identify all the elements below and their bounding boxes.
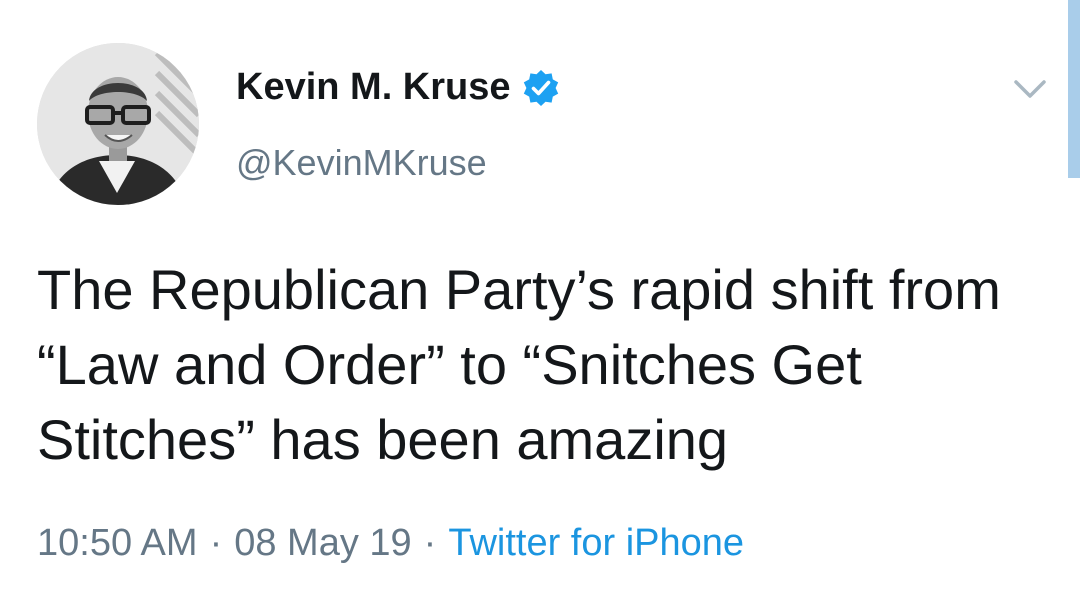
avatar[interactable] [37,43,199,205]
verified-badge-icon [521,68,561,108]
author-display-name[interactable]: Kevin M. Kruse [236,66,511,109]
scroll-indicator [1068,0,1080,178]
author-display-name-row[interactable]: Kevin M. Kruse [236,66,561,109]
meta-separator: · [423,522,437,564]
tweet-source-link[interactable]: Twitter for iPhone [448,522,744,564]
tweet-date: 08 May 19 [234,522,412,564]
tweet-text: The Republican Party’s rapid shift from … [37,258,1001,471]
author-handle[interactable]: @KevinMKruse [236,142,487,184]
chevron-down-icon[interactable] [1010,74,1050,104]
avatar-photo [37,43,199,205]
tweet-time: 10:50 AM [37,522,198,564]
tweet-metadata: 10:50 AM · 08 May 19 · Twitter for iPhone [37,522,744,565]
tweet-card: Kevin M. Kruse @KevinMKruse The Republic… [0,0,1080,608]
meta-separator: · [209,522,223,564]
